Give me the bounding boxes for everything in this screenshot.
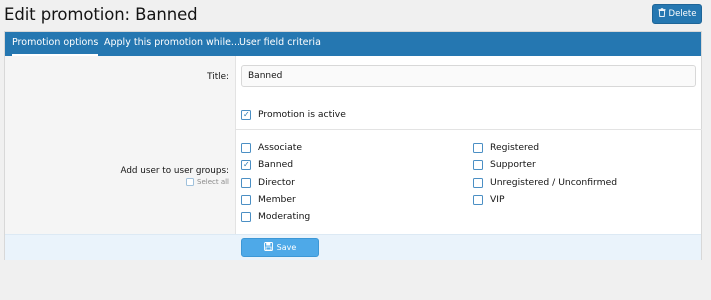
label-column: Title: Add user to user groups: Select a… bbox=[5, 56, 236, 234]
group-checkbox-unregistered[interactable]: Unregistered / Unconfirmed bbox=[473, 177, 617, 188]
promotion-active-checkbox[interactable]: ✓ Promotion is active bbox=[241, 109, 346, 120]
delete-button-label: Delete bbox=[668, 9, 697, 19]
trash-icon bbox=[658, 8, 666, 20]
checkbox-icon bbox=[473, 194, 483, 205]
checkbox-icon bbox=[241, 177, 251, 188]
promotion-active-label: Promotion is active bbox=[258, 109, 346, 120]
checkbox-icon bbox=[473, 142, 483, 153]
group-checkbox-banned[interactable]: ✓ Banned bbox=[241, 159, 293, 170]
checkbox-icon: ✓ bbox=[241, 109, 251, 120]
group-label: Director bbox=[258, 177, 295, 188]
checkbox-icon bbox=[241, 194, 251, 205]
select-all-checkbox[interactable]: Select all bbox=[186, 178, 229, 186]
checkbox-icon bbox=[241, 211, 251, 222]
tab-promotion-options[interactable]: Promotion options bbox=[12, 32, 99, 56]
checkbox-icon bbox=[473, 177, 483, 188]
checkbox-icon bbox=[186, 178, 194, 186]
group-label: Registered bbox=[490, 142, 540, 153]
tab-user-field-criteria[interactable]: User field criteria bbox=[239, 32, 321, 56]
divider bbox=[236, 129, 702, 130]
save-button[interactable]: Save bbox=[241, 238, 319, 257]
tab-bar: Promotion options Apply this promotion w… bbox=[5, 32, 701, 56]
user-groups-label: Add user to user groups: bbox=[120, 166, 229, 176]
checkmark-icon: ✓ bbox=[243, 109, 250, 119]
tab-label: Promotion options bbox=[12, 37, 99, 48]
group-label: Banned bbox=[258, 159, 294, 170]
page-title: Edit promotion: Banned bbox=[4, 5, 198, 24]
group-checkbox-vip[interactable]: VIP bbox=[473, 194, 505, 205]
delete-button[interactable]: Delete bbox=[652, 4, 702, 24]
checkbox-icon bbox=[241, 142, 251, 153]
tab-label: User field criteria bbox=[239, 37, 321, 48]
tab-apply-promotion-while[interactable]: Apply this promotion while... bbox=[104, 32, 240, 56]
group-checkbox-registered[interactable]: Registered bbox=[473, 142, 539, 153]
title-input[interactable] bbox=[241, 65, 696, 87]
tab-label: Apply this promotion while... bbox=[104, 37, 240, 48]
save-icon bbox=[263, 242, 273, 253]
group-checkbox-moderating[interactable]: Moderating bbox=[241, 211, 310, 222]
group-label: Associate bbox=[258, 142, 302, 153]
group-checkbox-director[interactable]: Director bbox=[241, 177, 295, 188]
group-label: Unregistered / Unconfirmed bbox=[490, 177, 618, 188]
group-checkbox-member[interactable]: Member bbox=[241, 194, 296, 205]
checkmark-icon: ✓ bbox=[243, 159, 250, 169]
group-checkbox-supporter[interactable]: Supporter bbox=[473, 159, 536, 170]
checkbox-icon bbox=[473, 159, 483, 170]
promotion-form: Promotion options Apply this promotion w… bbox=[4, 31, 702, 260]
group-label: VIP bbox=[490, 194, 505, 205]
group-checkbox-associate[interactable]: Associate bbox=[241, 142, 302, 153]
form-footer: Save bbox=[5, 234, 701, 260]
title-label: Title: bbox=[207, 72, 229, 82]
select-all-label: Select all bbox=[197, 178, 229, 186]
group-label: Moderating bbox=[258, 211, 311, 222]
group-label: Supporter bbox=[490, 159, 536, 170]
save-button-label: Save bbox=[276, 243, 297, 252]
checkbox-icon: ✓ bbox=[241, 159, 251, 170]
group-label: Member bbox=[258, 194, 296, 205]
